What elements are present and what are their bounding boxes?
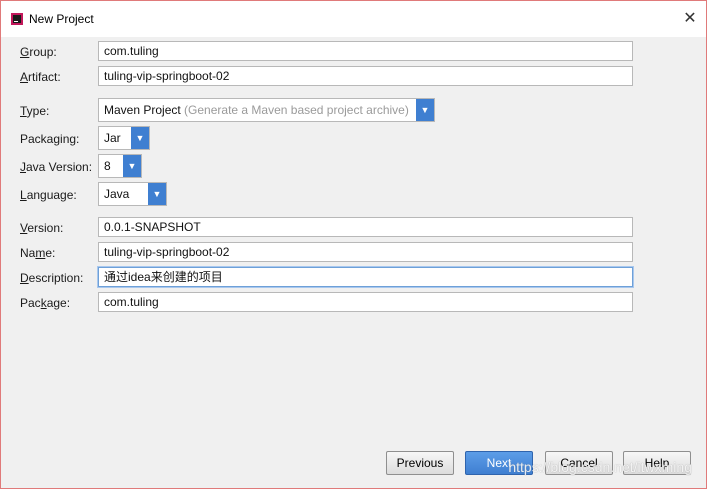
new-project-dialog: New Project ✕ Group: com.tuling Artifact…	[0, 0, 707, 489]
packaging-select[interactable]: Jar ▼	[98, 126, 150, 150]
chevron-down-icon[interactable]: ▼	[148, 183, 166, 205]
java-version-select[interactable]: 8 ▼	[98, 154, 142, 178]
next-button[interactable]: Next	[465, 451, 533, 475]
packaging-label: Packaging:	[20, 132, 80, 146]
version-label: Version:	[20, 221, 64, 235]
language-select[interactable]: Java ▼	[98, 182, 167, 206]
help-button[interactable]: Help	[623, 451, 691, 475]
description-field[interactable]: 通过idea来创建的项目	[98, 267, 633, 287]
java-version-value: 8	[104, 159, 111, 173]
artifact-label: Artifact:	[20, 70, 61, 84]
intellij-idea-icon	[11, 13, 23, 25]
type-label: Type:	[20, 104, 50, 118]
close-icon: ✕	[683, 10, 697, 27]
title-bar: New Project ✕	[1, 1, 706, 37]
previous-button[interactable]: Previous	[386, 451, 454, 475]
artifact-field[interactable]: tuling-vip-springboot-02	[98, 66, 633, 86]
chevron-down-icon[interactable]: ▼	[416, 99, 434, 121]
package-field[interactable]: com.tuling	[98, 292, 633, 312]
description-label: Description:	[20, 271, 84, 285]
next-button-label: Next	[486, 456, 512, 470]
group-field[interactable]: com.tuling	[98, 41, 633, 61]
chevron-down-icon[interactable]: ▼	[131, 127, 149, 149]
type-select[interactable]: Maven Project (Generate a Maven based pr…	[98, 98, 435, 122]
chevron-down-icon[interactable]: ▼	[123, 155, 141, 177]
language-value: Java	[104, 187, 130, 201]
packaging-value: Jar	[104, 131, 121, 145]
help-button-label: Help	[644, 456, 670, 470]
cancel-button-label: Cancel	[560, 456, 598, 470]
group-label: Group:	[20, 45, 57, 59]
version-field[interactable]: 0.0.1-SNAPSHOT	[98, 217, 633, 237]
window-title: New Project	[29, 12, 94, 26]
java-version-label: Java Version:	[20, 160, 93, 174]
type-value-text: Maven Project	[104, 103, 181, 117]
dialog-content: Group: com.tuling Artifact: tuling-vip-s…	[1, 37, 706, 488]
language-label: Language:	[20, 188, 77, 202]
package-label: Package:	[20, 296, 71, 310]
group-label-text: roup:	[29, 45, 57, 59]
close-button[interactable]: ✕	[680, 9, 700, 29]
previous-button-label: Previous	[396, 456, 444, 470]
name-field[interactable]: tuling-vip-springboot-02	[98, 242, 633, 262]
cancel-button[interactable]: Cancel	[545, 451, 613, 475]
name-label: Name:	[20, 246, 56, 260]
type-value: Maven Project (Generate a Maven based pr…	[104, 99, 409, 121]
type-hint: (Generate a Maven based project archive)	[184, 103, 409, 117]
